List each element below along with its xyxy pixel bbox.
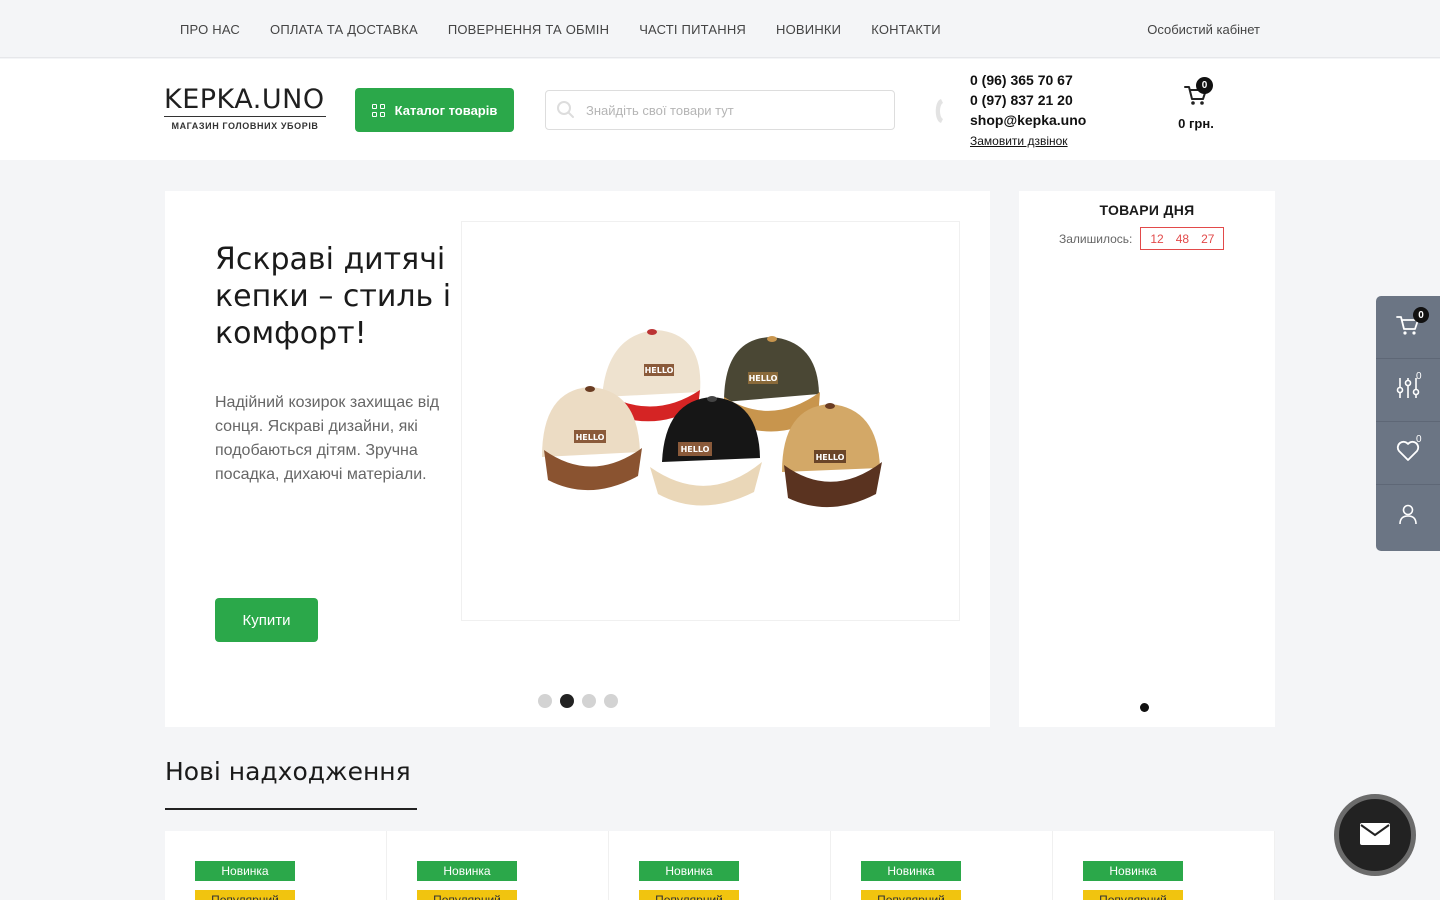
- side-compare-count: 0: [1416, 371, 1422, 382]
- timer-minutes: 48: [1175, 231, 1190, 246]
- product-card[interactable]: Новинка Популярний: [165, 831, 387, 900]
- phone-1[interactable]: 0 (96) 365 70 67: [970, 70, 1086, 90]
- product-card[interactable]: Новинка Популярний: [831, 831, 1053, 900]
- deals-of-day: ТОВАРИ ДНЯ Залишилось: 12 48 27: [1019, 191, 1275, 727]
- side-wishlist-count: 0: [1416, 434, 1422, 445]
- slider-dots: [538, 694, 618, 708]
- deals-slider-dot[interactable]: [1140, 703, 1149, 712]
- search-box: [545, 90, 895, 130]
- tag-new: Новинка: [195, 861, 295, 881]
- countdown: 12 48 27: [1140, 227, 1225, 250]
- slider-dot-3[interactable]: [582, 694, 596, 708]
- tag-new: Новинка: [639, 861, 739, 881]
- cap-1-text: HELLO: [645, 366, 674, 375]
- cart-total: 0 грн.: [1178, 116, 1214, 131]
- contact-mail-button[interactable]: [1334, 794, 1416, 876]
- slider-dot-1[interactable]: [538, 694, 552, 708]
- nav-new[interactable]: НОВИНКИ: [776, 22, 841, 37]
- product-card[interactable]: Новинка Популярний: [609, 831, 831, 900]
- tag-new: Новинка: [417, 861, 517, 881]
- nav-payment-delivery[interactable]: ОПЛАТА ТА ДОСТАВКА: [270, 22, 418, 37]
- tag-popular: Популярний: [417, 890, 517, 900]
- timer-hours: 12: [1150, 231, 1164, 246]
- search-icon[interactable]: [546, 91, 586, 129]
- tag-popular: Популярний: [861, 890, 961, 900]
- product-list: Новинка Популярний Новинка Популярний Но…: [165, 831, 1275, 900]
- buy-button[interactable]: Купити: [215, 598, 318, 642]
- top-nav: ПРО НАС ОПЛАТА ТА ДОСТАВКА ПОВЕРНЕННЯ ТА…: [180, 0, 941, 58]
- slider-dot-4[interactable]: [604, 694, 618, 708]
- timer-seconds: 27: [1201, 231, 1215, 246]
- top-bar: ПРО НАС ОПЛАТА ТА ДОСТАВКА ПОВЕРНЕННЯ ТА…: [0, 0, 1440, 58]
- phone-icon: [931, 97, 949, 125]
- cap-cream-brown: HELLO: [542, 386, 642, 491]
- product-card[interactable]: Новинка Популярний: [1053, 831, 1275, 900]
- logo-text: KEPKA.UNO: [164, 84, 325, 115]
- catalog-label: Каталог товарів: [394, 102, 498, 118]
- cap-3-text: HELLO: [576, 433, 605, 442]
- hero-text: Надійний козирок захищає від сонця. Яскр…: [215, 394, 440, 483]
- hero-image[interactable]: HELLO HELLO HELLO HELLO HELLO: [461, 221, 960, 621]
- logo-subtitle: МАГАЗИН ГОЛОВНИХ УБОРІВ: [171, 121, 319, 131]
- logo-underline: [164, 116, 326, 117]
- tag-new: Новинка: [1083, 861, 1183, 881]
- new-arrivals-title: Нові надходження: [165, 757, 411, 786]
- product-card[interactable]: Новинка Популярний: [387, 831, 609, 900]
- side-compare-button[interactable]: 0: [1376, 359, 1440, 422]
- deals-timer: Залишилось: 12 48 27: [1059, 227, 1225, 250]
- nav-returns[interactable]: ПОВЕРНЕННЯ ТА ОБМІН: [448, 22, 609, 37]
- section-underline: [165, 808, 417, 810]
- side-wishlist-button[interactable]: 0: [1376, 422, 1440, 485]
- slider-dot-2[interactable]: [560, 694, 574, 708]
- hero-slider: Яскраві дитячі кепки – стиль і комфорт! …: [165, 191, 990, 727]
- tag-new: Новинка: [861, 861, 961, 881]
- nav-contacts[interactable]: КОНТАКТИ: [871, 22, 941, 37]
- logo[interactable]: KEPKA.UNO МАГАЗИН ГОЛОВНИХ УБОРІВ: [164, 85, 326, 131]
- remaining-label: Залишилось:: [1059, 231, 1133, 246]
- phone-2[interactable]: 0 (97) 837 21 20: [970, 90, 1086, 110]
- cap-5-text: HELLO: [816, 453, 845, 462]
- side-cart-button[interactable]: 0: [1376, 296, 1440, 359]
- tag-popular: Популярний: [195, 890, 295, 900]
- email-link[interactable]: shop@kepka.uno: [970, 110, 1086, 130]
- cap-2-text: HELLO: [749, 374, 778, 383]
- header: KEPKA.UNO МАГАЗИН ГОЛОВНИХ УБОРІВ Катало…: [0, 59, 1440, 160]
- cart-icon: 0: [1183, 77, 1213, 108]
- contacts-block: 0 (96) 365 70 67 0 (97) 837 21 20 shop@k…: [970, 70, 1086, 151]
- cap-4-text: HELLO: [681, 445, 710, 454]
- nav-faq[interactable]: ЧАСТІ ПИТАННЯ: [639, 22, 746, 37]
- callback-link[interactable]: Замовити дзвінок: [970, 131, 1086, 151]
- side-cart-count: 0: [1413, 307, 1429, 323]
- header-cart[interactable]: 0 0 грн.: [1156, 76, 1236, 142]
- deals-title: ТОВАРИ ДНЯ: [1099, 202, 1195, 218]
- grid-icon: [371, 103, 385, 117]
- cart-count-badge: 0: [1196, 77, 1213, 94]
- catalog-button[interactable]: Каталог товарів: [355, 88, 514, 132]
- search-input[interactable]: [586, 102, 876, 118]
- side-account-button[interactable]: [1376, 485, 1440, 548]
- tag-popular: Популярний: [639, 890, 739, 900]
- tag-popular: Популярний: [1083, 890, 1183, 900]
- nav-about[interactable]: ПРО НАС: [180, 22, 240, 37]
- hero-title: Яскраві дитячі кепки – стиль і комфорт!: [215, 242, 452, 351]
- user-icon: [1397, 503, 1419, 530]
- mail-icon: [1360, 822, 1390, 848]
- side-panel: 0 0 0: [1376, 296, 1440, 551]
- account-link[interactable]: Особистий кабінет: [1147, 0, 1260, 58]
